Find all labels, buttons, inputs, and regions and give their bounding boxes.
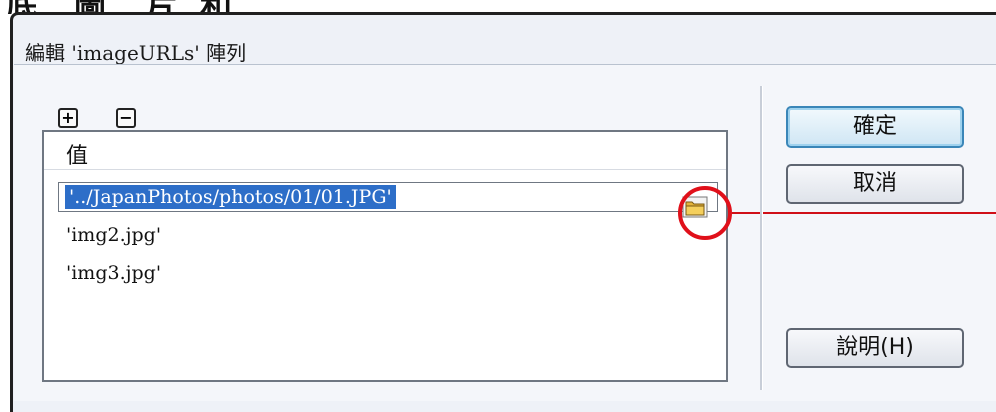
column-header-value: 值 xyxy=(44,132,726,170)
remove-item-button[interactable]: − xyxy=(116,108,136,128)
callout-line xyxy=(732,212,996,214)
list-item[interactable]: 'img3.jpg' xyxy=(66,262,161,284)
cancel-button[interactable]: 取消 xyxy=(786,164,964,204)
list-item[interactable]: 'img2.jpg' xyxy=(66,224,161,246)
vertical-divider xyxy=(760,86,763,390)
add-item-button[interactable]: + xyxy=(58,108,78,128)
help-button[interactable]: 說明(H) xyxy=(786,328,964,368)
ok-button[interactable]: 確定 xyxy=(786,106,964,148)
array-values-list[interactable]: 值 '../JapanPhotos/photos/01/01.JPG' 'img… xyxy=(42,130,728,382)
selected-value-text[interactable]: '../JapanPhotos/photos/01/01.JPG' xyxy=(65,185,396,209)
highlight-circle xyxy=(678,186,732,240)
list-item-selected[interactable]: '../JapanPhotos/photos/01/01.JPG' xyxy=(58,182,718,212)
dialog-title: 編輯 'imageURLs' 陣列 xyxy=(25,41,247,65)
